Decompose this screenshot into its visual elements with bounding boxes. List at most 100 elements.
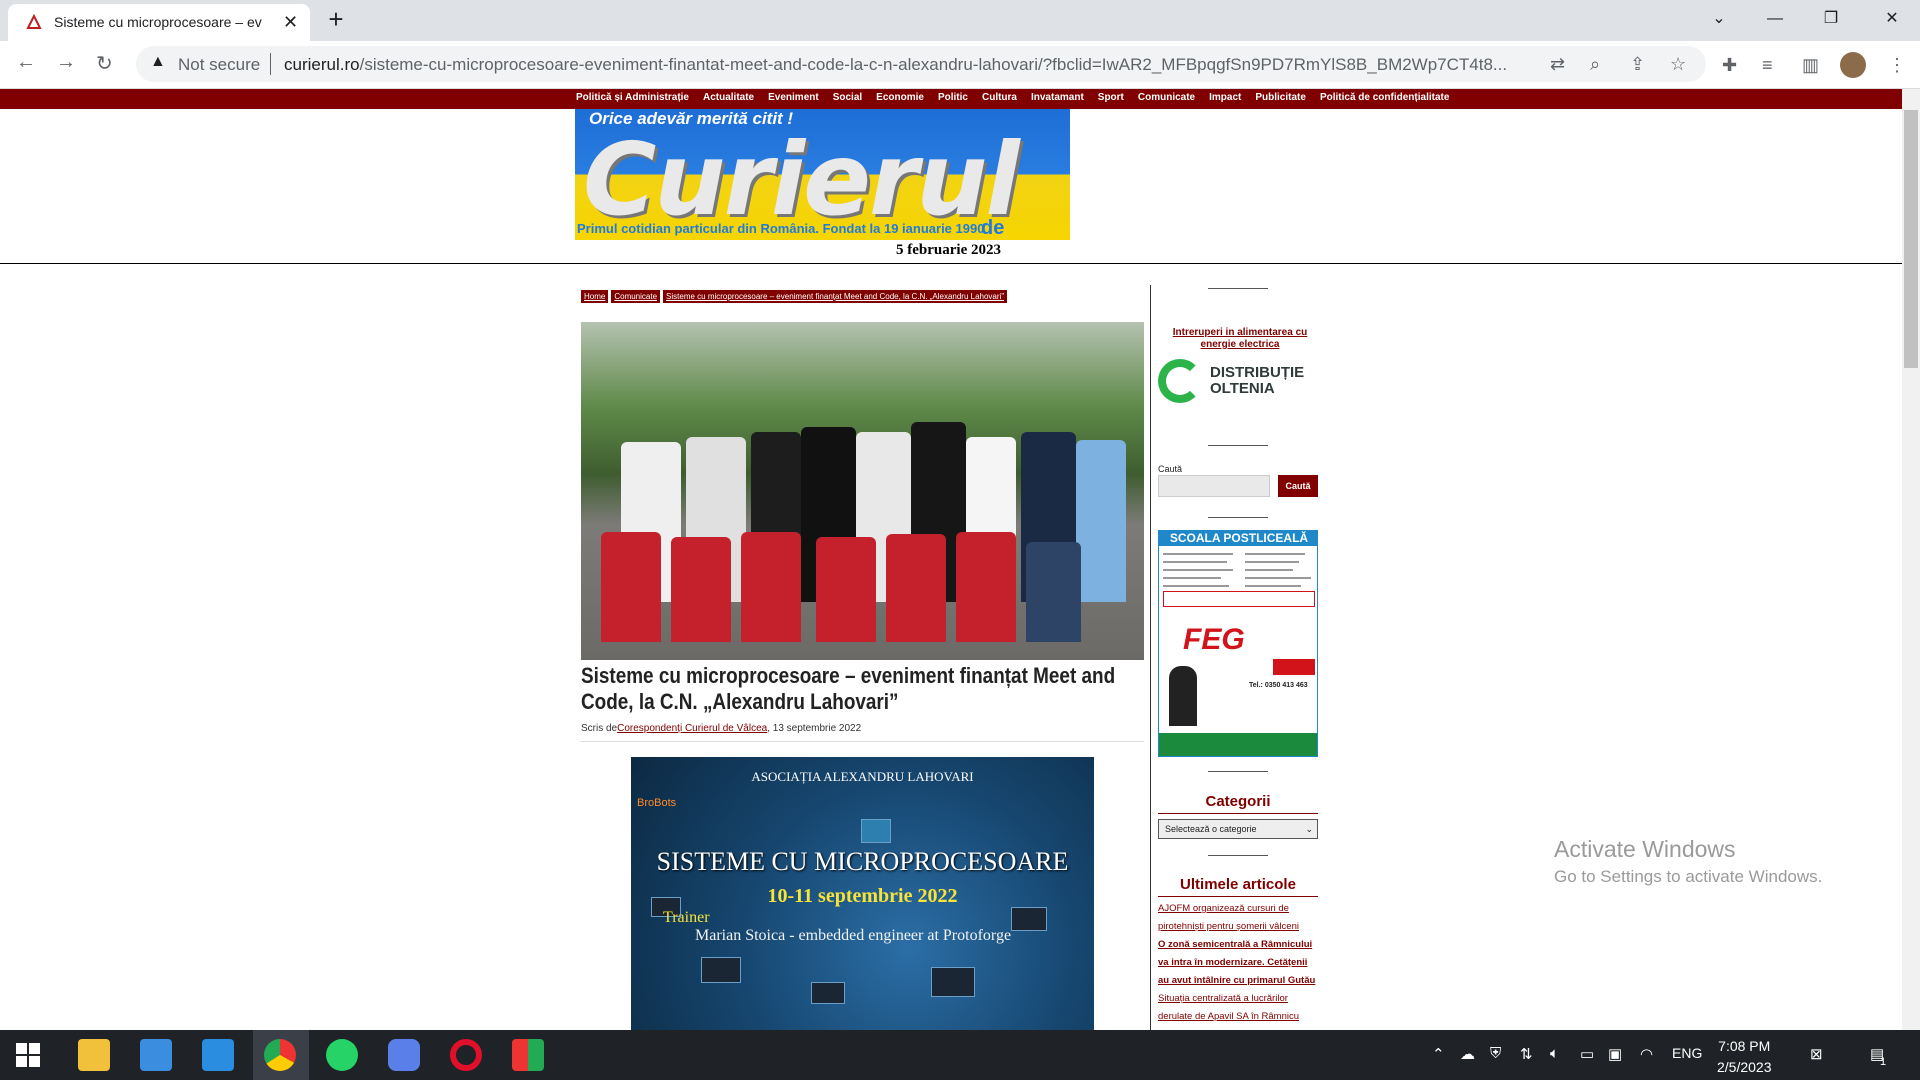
- onedrive-icon[interactable]: ☁: [1460, 1045, 1475, 1063]
- latest-article-link[interactable]: O zonă semicentrală a Râmnicului va intr…: [1158, 936, 1320, 990]
- url-domain: curierul.ro: [284, 55, 360, 74]
- article-divider: [581, 741, 1144, 742]
- opera-icon[interactable]: [450, 1039, 482, 1071]
- address-bar[interactable]: ▲ Not secure curierul.ro/sisteme-cu-micr…: [136, 46, 1706, 82]
- header-divider: [0, 263, 1902, 264]
- ad-phone: Tel.: 0350 413 463: [1249, 682, 1308, 689]
- meet-icon[interactable]: ▣: [1608, 1045, 1622, 1063]
- tab-search-icon[interactable]: ⌄: [1691, 0, 1747, 40]
- site-nav-items: Politică și Administrație Actualitate Even…: [576, 92, 1449, 103]
- restore-button[interactable]: ❐: [1803, 0, 1859, 40]
- oltenia-label: OLTENIA: [1210, 380, 1275, 397]
- whatsapp-icon[interactable]: [326, 1039, 358, 1071]
- url-path: /sisteme-cu-microprocesoare-eveniment-fi…: [359, 55, 1508, 74]
- article-byline: Scris deCorespondenți Curierul de Vâlcea…: [581, 723, 861, 734]
- site-nav-item[interactable]: Invatamant: [1031, 92, 1084, 103]
- notification-count: 1: [1880, 1056, 1887, 1068]
- app-icon[interactable]: [512, 1039, 544, 1071]
- site-nav-item[interactable]: Comunicate: [1138, 92, 1195, 103]
- breadcrumb-category[interactable]: Comunicate: [611, 290, 661, 303]
- site-nav-item[interactable]: Publicitate: [1255, 92, 1306, 103]
- file-explorer-icon[interactable]: [78, 1039, 110, 1071]
- search-input[interactable]: [1158, 475, 1270, 497]
- side-panel-icon[interactable]: ▥: [1802, 55, 1819, 76]
- clock[interactable]: 7:08 PM 2/5/2023: [1717, 1036, 1772, 1078]
- school-ad[interactable]: SCOALA POSTLICEALĂ FEG Tel.: 0350 413 46…: [1158, 530, 1318, 757]
- zoom-icon[interactable]: ⌕: [1590, 54, 1600, 75]
- mail-icon[interactable]: [140, 1039, 172, 1071]
- sidebar-separator: [1208, 288, 1268, 289]
- bookmark-star-icon[interactable]: ☆: [1670, 54, 1686, 75]
- page-viewport: Politică și Administrație Actualitate Even…: [0, 89, 1902, 1030]
- author-link[interactable]: Corespondenți Curierul de Vâlcea: [617, 723, 767, 734]
- column-divider: [1150, 285, 1151, 1030]
- omnibox-divider: [270, 53, 271, 75]
- site-nav-item[interactable]: Actualitate: [703, 92, 754, 103]
- app-icon[interactable]: [388, 1039, 420, 1071]
- logo-de-valcea: de Vâlcea: [981, 217, 1005, 239]
- search-label: Caută: [1158, 464, 1183, 474]
- taskbar: ⌃ ☁ ⛨ ⇅ 🔈︎ ▭ ▣ ◠ ENG 7:08 PM 2/5/2023 ⊠ …: [0, 1030, 1920, 1080]
- breadcrumb-current[interactable]: Sisteme cu microprocesoare – eveniment f…: [663, 290, 1007, 303]
- forward-icon[interactable]: →: [56, 51, 76, 74]
- language-indicator[interactable]: ENG: [1672, 1045, 1702, 1061]
- extensions-icon[interactable]: ✚: [1722, 55, 1737, 76]
- site-nav-item[interactable]: Impact: [1209, 92, 1241, 103]
- watermark-title: Activate Windows: [1554, 836, 1736, 862]
- ad-brand: FEG: [1183, 623, 1245, 656]
- reload-icon[interactable]: ↻: [96, 51, 113, 76]
- security-icon[interactable]: ⛨: [1490, 1045, 1501, 1062]
- share-icon[interactable]: ⇪: [1630, 54, 1645, 75]
- browser-toolbar: ← → ↻ ▲ Not secure curierul.ro/sisteme-c…: [0, 41, 1920, 89]
- url-text[interactable]: curierul.ro/sisteme-cu-microprocesoare-e…: [284, 55, 1674, 75]
- chrome-icon[interactable]: [264, 1039, 296, 1071]
- tray-chevron-icon[interactable]: ⌃: [1432, 1045, 1445, 1063]
- windows-start-icon[interactable]: [14, 1041, 42, 1069]
- profile-avatar[interactable]: [1840, 52, 1866, 78]
- article-date: , 13 septembrie 2022: [767, 723, 862, 734]
- scrollbar-thumb[interactable]: [1904, 110, 1918, 368]
- site-nav-item[interactable]: Sport: [1098, 92, 1124, 103]
- menu-icon[interactable]: ⋮: [1888, 55, 1906, 76]
- site-nav-item[interactable]: Eveniment: [768, 92, 819, 103]
- watermark-subtitle: Go to Settings to activate Windows.: [1554, 867, 1823, 886]
- sidebar-separator: [1208, 445, 1268, 446]
- close-window-button[interactable]: ✕: [1864, 0, 1920, 40]
- latest-articles-heading: Ultimele articole: [1180, 876, 1296, 893]
- distributie-oltenia-logo[interactable]: DISTRIBUȚIE OLTENIA: [1158, 359, 1320, 407]
- browser-tab[interactable]: Sisteme cu microprocesoare – ev ✕: [8, 4, 310, 41]
- volume-icon[interactable]: 🔈︎: [1550, 1045, 1559, 1062]
- wifi-icon[interactable]: ◠: [1640, 1045, 1653, 1063]
- network-settings-icon[interactable]: ⇅: [1520, 1045, 1533, 1063]
- breadcrumb-home[interactable]: Home: [581, 290, 609, 303]
- site-nav-item[interactable]: Cultura: [982, 92, 1017, 103]
- translate-icon[interactable]: ⇄: [1550, 54, 1565, 75]
- latest-article-link[interactable]: Situația centralizată a lucrărilor derul…: [1158, 990, 1320, 1026]
- tray-app-icon[interactable]: ⊠: [1810, 1045, 1823, 1063]
- site-nav-item[interactable]: Economie: [876, 92, 924, 103]
- power-outage-link[interactable]: Intreruperi in alimentarea cu energie el…: [1160, 327, 1320, 351]
- battery-icon[interactable]: ▭: [1580, 1045, 1594, 1063]
- site-logo[interactable]: Orice adevăr merită citit ! Curierul Pri…: [575, 109, 1070, 240]
- media-icon[interactable]: ≡: [1762, 55, 1773, 76]
- distributie-label: DISTRIBUȚIE: [1210, 364, 1305, 381]
- latest-article-link[interactable]: AJOFM organizează cursuri de pirotehnișt…: [1158, 900, 1320, 936]
- chevron-down-icon: ⌄: [1305, 824, 1313, 834]
- search-button[interactable]: Caută: [1278, 475, 1318, 497]
- tab-close-icon[interactable]: ✕: [283, 12, 298, 33]
- site-favicon-icon: [26, 14, 42, 29]
- poster-trainer-label: Trainer: [663, 909, 710, 926]
- new-tab-button[interactable]: +: [320, 6, 352, 34]
- vscode-icon[interactable]: [202, 1039, 234, 1071]
- minimize-button[interactable]: —: [1747, 0, 1803, 40]
- category-select[interactable]: Selectează o categorie ⌄: [1158, 819, 1318, 839]
- site-nav-item[interactable]: Social: [833, 92, 862, 103]
- site-nav-item[interactable]: Politică și Administrație: [576, 92, 689, 103]
- back-icon[interactable]: ←: [16, 51, 36, 74]
- clock-time: 7:08 PM: [1718, 1038, 1771, 1054]
- tab-strip: Sisteme cu microprocesoare – ev ✕ + ⌄ — …: [0, 0, 1920, 41]
- brobots-logo: BroBots: [637, 797, 677, 809]
- site-nav-item[interactable]: Politic: [938, 92, 968, 103]
- site-nav-item[interactable]: Politică de confidențialitate: [1320, 92, 1449, 103]
- sidebar-separator: [1208, 517, 1268, 518]
